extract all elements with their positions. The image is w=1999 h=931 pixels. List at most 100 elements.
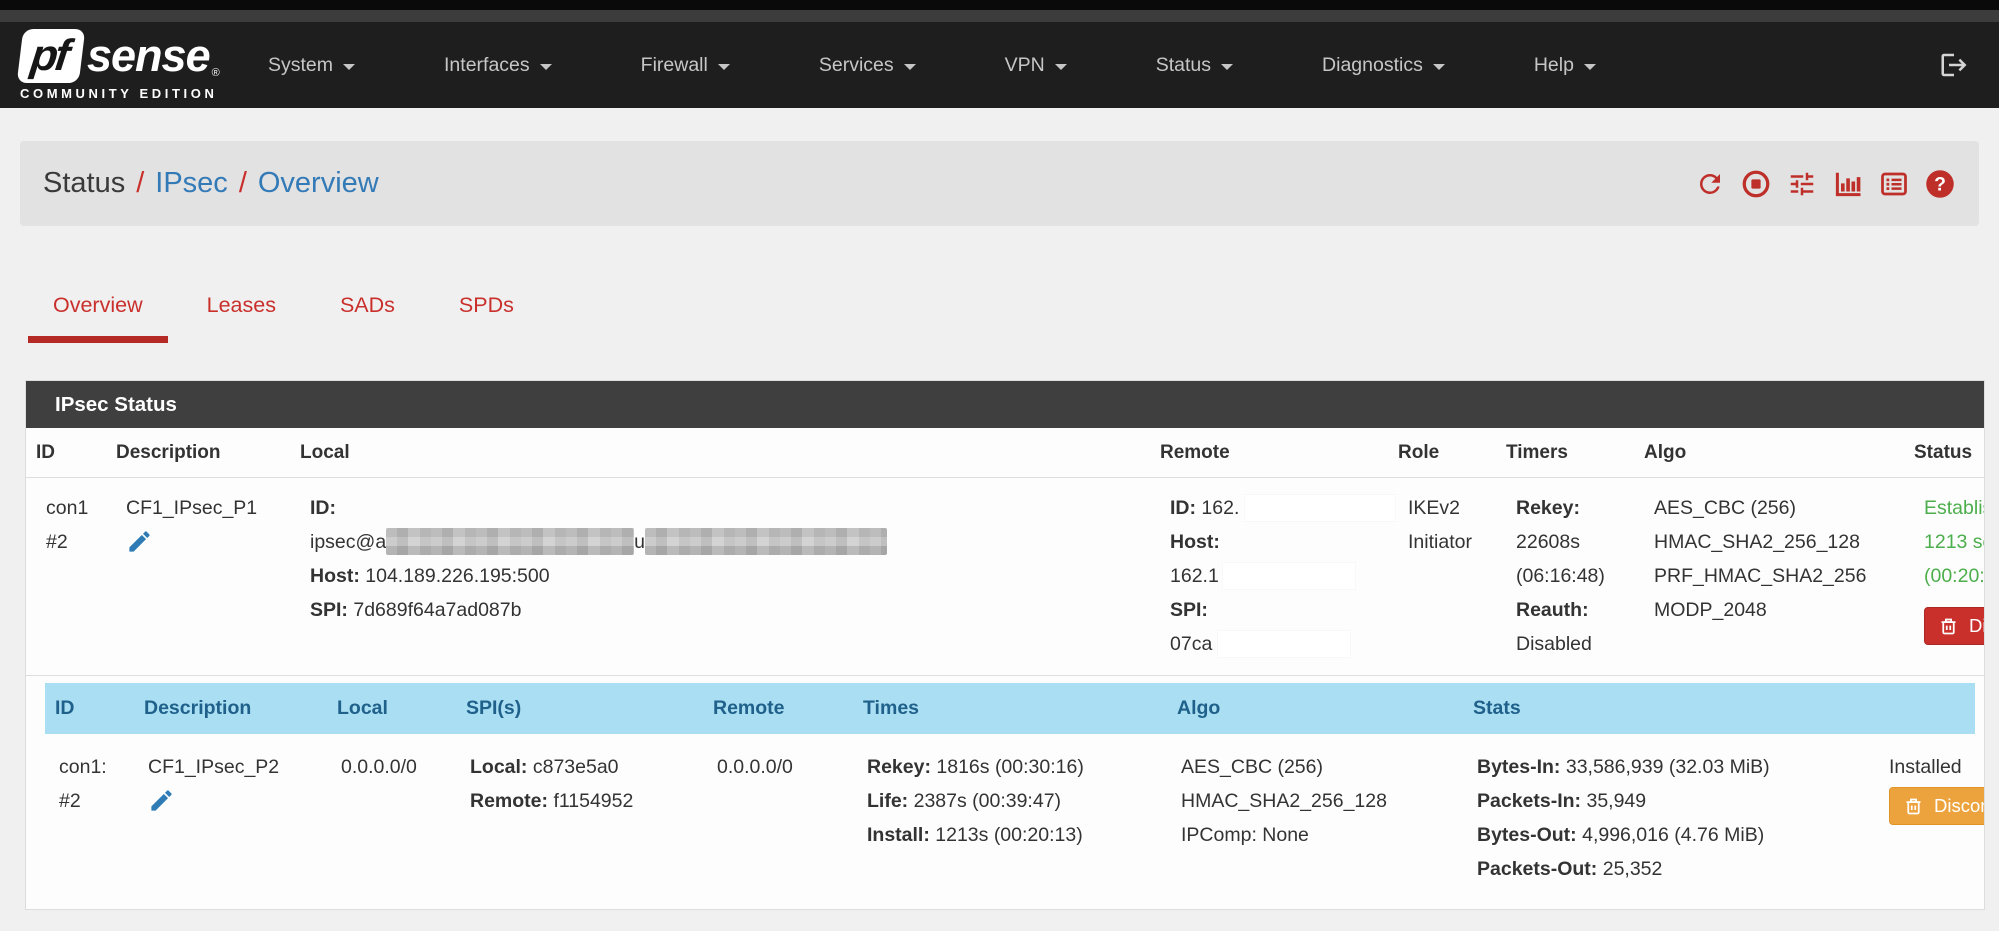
menu-item-diagnostics[interactable]: Diagnostics	[1322, 54, 1445, 77]
window-top-edge	[0, 0, 1999, 10]
panel-title: IPsec Status	[26, 381, 1984, 428]
col-header-remote: Remote	[703, 683, 853, 734]
pencil-icon[interactable]	[126, 528, 153, 566]
ike-id-num: #2	[46, 525, 96, 559]
remote-host-line: 162.1	[1170, 559, 1378, 593]
ike-status-table: ID Description Local Remote Role Timers …	[26, 428, 1984, 675]
col-header-id: ID	[26, 428, 106, 478]
timers-rekey-value: 22608s	[1516, 525, 1624, 559]
disconnect-label: Disconnect	[1969, 615, 1984, 637]
question-circle-icon[interactable]: ?	[1925, 169, 1955, 199]
breadcrumb-bar: Status / IPsec / Overview	[20, 141, 1979, 226]
algo-integrity: HMAC_SHA2_256_128	[1654, 525, 1894, 559]
remote-spi-label: SPI:	[1170, 599, 1208, 621]
menu-item-label: Interfaces	[444, 54, 530, 77]
remote-id-line: ID: 162.	[1170, 491, 1378, 525]
spi-remote-value: f1154952	[553, 790, 633, 812]
cell-times: Rekey: 1816s (00:30:16) Life: 2387s (00:…	[853, 734, 1167, 896]
col-header-description: Description	[106, 428, 290, 478]
status-age-seconds: 1213 seconds	[1924, 525, 1984, 559]
spi-local-value: c873e5a0	[533, 756, 619, 778]
breadcrumb-actions: ?	[1695, 169, 1955, 199]
child-sa-row-con1: con1: #2 CF1_IPsec_P2 0	[45, 734, 1975, 896]
menu-item-vpn[interactable]: VPN	[1005, 54, 1067, 77]
child-id: con1:	[59, 750, 124, 784]
stats-packets-in-line: Packets-In: 35,949	[1477, 784, 1865, 818]
menu-item-interfaces[interactable]: Interfaces	[444, 54, 552, 77]
table-clip-region: ID Description Local Remote Role Timers …	[26, 428, 1984, 909]
tab-spds[interactable]: SPDs	[434, 293, 539, 343]
refresh-icon[interactable]	[1695, 169, 1725, 199]
tab-overview[interactable]: Overview	[28, 293, 168, 343]
stats-bytes-in-label: Bytes-In:	[1477, 756, 1560, 778]
main-navbar: pf sense ® COMMUNITY EDITION System Inte…	[0, 22, 1999, 108]
child-remote-network: 0.0.0.0/0	[717, 750, 843, 784]
menu-item-services[interactable]: Services	[819, 54, 916, 77]
pfsense-logo[interactable]: pf sense ® COMMUNITY EDITION	[20, 29, 232, 101]
remote-spi-line: 07ca	[1170, 627, 1378, 661]
list-icon[interactable]	[1879, 169, 1909, 199]
cell-status: Installed Disconnect	[1875, 734, 1975, 896]
breadcrumb-link-ipsec[interactable]: IPsec	[155, 167, 228, 200]
window-top-strip	[0, 10, 1999, 22]
redacted-text	[1245, 495, 1395, 521]
caret-down-icon	[904, 64, 916, 70]
menu-item-help[interactable]: Help	[1534, 54, 1596, 77]
caret-down-icon	[1584, 64, 1596, 70]
timers-rekey-countdown: (06:16:48)	[1516, 559, 1624, 593]
menu-item-status[interactable]: Status	[1156, 54, 1233, 77]
stop-circle-icon[interactable]	[1741, 169, 1771, 199]
disconnect-label: Disconnect	[1934, 795, 1984, 817]
col-header-algo: Algo	[1634, 428, 1904, 478]
col-header-status: Status	[1904, 428, 1984, 478]
child-local-network: 0.0.0.0/0	[341, 750, 446, 784]
caret-down-icon	[1433, 64, 1445, 70]
disconnect-button[interactable]: Disconnect	[1889, 787, 1984, 825]
timers-reauth-value: Disabled	[1516, 627, 1624, 661]
spi-remote-label: Remote:	[470, 790, 548, 812]
ike-row-con1: con1 #2 CF1_IPsec_P1 ID:	[26, 478, 1984, 676]
status-age-time: (00:20:13)	[1924, 559, 1984, 593]
pfsense-logo-pf: pf	[28, 31, 74, 81]
sliders-icon[interactable]	[1787, 169, 1817, 199]
times-life-label: Life:	[867, 790, 908, 812]
remote-id-value: 162.	[1201, 497, 1239, 519]
col-header-algo: Algo	[1167, 683, 1463, 734]
algo-prf: PRF_HMAC_SHA2_256	[1654, 559, 1894, 593]
col-header-id: ID	[45, 683, 134, 734]
caret-down-icon	[1221, 64, 1233, 70]
timers-rekey-label: Rekey:	[1516, 497, 1580, 519]
col-header-local: Local	[290, 428, 1150, 478]
col-header-times: Times	[853, 683, 1167, 734]
redacted-text	[1223, 563, 1355, 589]
times-life-line: Life: 2387s (00:39:47)	[867, 784, 1157, 818]
stats-bytes-out-value: 4,996,016 (4.76 MiB)	[1582, 824, 1764, 846]
bar-chart-icon[interactable]	[1833, 169, 1863, 199]
stats-packets-out-line: Packets-Out: 25,352	[1477, 852, 1865, 886]
pfsense-logo-subtitle: COMMUNITY EDITION	[20, 86, 232, 101]
cell-description: CF1_IPsec_P1	[106, 478, 290, 676]
menu-item-label: System	[268, 54, 333, 77]
menu-item-system[interactable]: System	[268, 54, 355, 77]
breadcrumb-section: Status	[43, 167, 125, 200]
sign-out-icon[interactable]	[1939, 50, 1969, 80]
breadcrumb-separator: /	[228, 167, 258, 200]
cell-stats: Bytes-In: 33,586,939 (32.03 MiB) Packets…	[1463, 734, 1875, 896]
col-header-stats: Stats	[1463, 683, 1875, 734]
local-id-line: ipsec@au	[310, 525, 1140, 559]
svg-text:?: ?	[1934, 173, 1946, 195]
ipsec-status-panel: IPsec Status ID Description Local Remote…	[25, 380, 1985, 910]
disconnect-button[interactable]: Disconnect	[1924, 607, 1984, 645]
menu-item-firewall[interactable]: Firewall	[641, 54, 730, 77]
local-id-value-mid: u	[634, 531, 645, 553]
role-protocol: IKEv2	[1408, 491, 1486, 525]
stats-packets-in-label: Packets-In:	[1477, 790, 1581, 812]
child-sa-header-row: ID Description Local SPI(s) Remote Times…	[45, 683, 1975, 734]
pencil-icon[interactable]	[148, 787, 175, 825]
breadcrumb-link-overview[interactable]: Overview	[258, 167, 379, 200]
child-sa-section: ID Description Local SPI(s) Remote Times…	[26, 675, 1984, 909]
tab-sads[interactable]: SADs	[315, 293, 420, 343]
tab-leases[interactable]: Leases	[182, 293, 301, 343]
algo-dhgroup: MODP_2048	[1654, 593, 1894, 627]
cell-algo: AES_CBC (256) HMAC_SHA2_256_128 PRF_HMAC…	[1634, 478, 1904, 676]
